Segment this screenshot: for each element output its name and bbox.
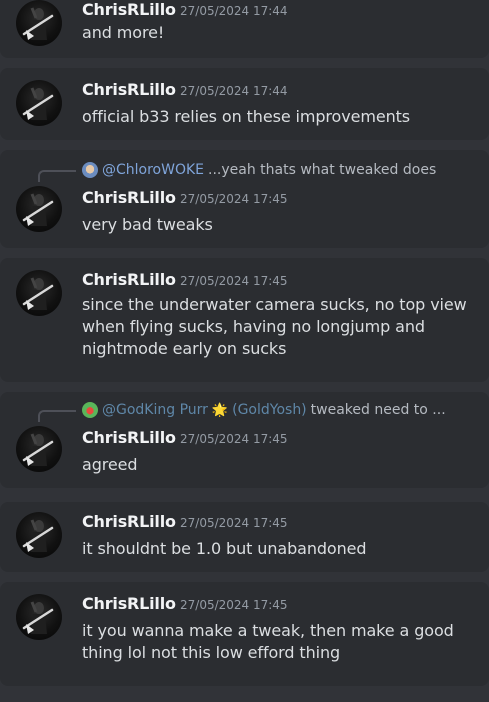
message-timestamp: 27/05/2024 17:45 — [180, 516, 288, 530]
guitarist-photo-icon — [22, 193, 54, 226]
guitarist-photo-icon — [22, 277, 54, 310]
replied-user-avatar — [82, 402, 98, 418]
avatar[interactable] — [16, 80, 62, 126]
message-text: it you wanna make a tweak, then make a g… — [82, 621, 454, 662]
username[interactable]: ChrisRLillo — [82, 188, 176, 207]
reply-preview[interactable]: @ChloroWOKE ...yeah thats what tweaked d… — [82, 160, 436, 180]
message-card: ChrisRLillo 27/05/2024 17:44 and more! — [0, 0, 489, 58]
reply-preview-text: tweaked need to ... — [310, 402, 446, 418]
avatar[interactable] — [16, 0, 62, 46]
avatar[interactable] — [16, 512, 62, 558]
reply-preview-text: ...yeah thats what tweaked does — [208, 162, 437, 178]
message-timestamp: 27/05/2024 17:45 — [180, 192, 288, 206]
message-card: ChrisRLillo 27/05/2024 17:44 official b3… — [0, 68, 489, 140]
message-timestamp: 27/05/2024 17:44 — [180, 84, 288, 98]
username[interactable]: ChrisRLillo — [82, 80, 176, 99]
guitarist-photo-icon — [22, 519, 54, 552]
message-timestamp: 27/05/2024 17:45 — [180, 598, 288, 612]
guitarist-photo-icon — [22, 87, 54, 120]
message-card: ChrisRLillo 27/05/2024 17:45 it you wann… — [0, 582, 489, 686]
avatar[interactable] — [16, 186, 62, 232]
message-card: ChrisRLillo 27/05/2024 17:45 since the u… — [0, 258, 489, 382]
message-card: @GodKing Purr 🌟 (GoldYosh) tweaked need … — [0, 392, 489, 488]
message-feed: ChrisRLillo 27/05/2024 17:44 and more! C… — [0, 0, 489, 702]
guitarist-photo-icon — [22, 433, 54, 466]
replied-user-avatar — [82, 162, 98, 178]
message-text: agreed — [82, 455, 138, 474]
message-card: @ChloroWOKE ...yeah thats what tweaked d… — [0, 150, 489, 248]
reply-connector — [38, 170, 76, 182]
reply-connector — [38, 410, 76, 422]
star-badge-icon: 🌟 — [211, 402, 229, 418]
username[interactable]: ChrisRLillo — [82, 428, 176, 447]
username[interactable]: ChrisRLillo — [82, 512, 176, 531]
message-text: and more! — [82, 23, 165, 42]
guitarist-photo-icon — [22, 601, 54, 634]
reply-preview[interactable]: @GodKing Purr 🌟 (GoldYosh) tweaked need … — [82, 400, 446, 420]
reply-handle: (GoldYosh) — [232, 402, 307, 418]
username[interactable]: ChrisRLillo — [82, 0, 176, 19]
avatar[interactable] — [16, 426, 62, 472]
message-timestamp: 27/05/2024 17:45 — [180, 432, 288, 446]
message-text: very bad tweaks — [82, 215, 213, 234]
guitarist-photo-icon — [22, 7, 54, 40]
message-timestamp: 27/05/2024 17:45 — [180, 274, 288, 288]
reply-mention[interactable]: @ChloroWOKE — [102, 162, 204, 178]
message-text: since the underwater camera sucks, no to… — [82, 295, 467, 358]
avatar[interactable] — [16, 594, 62, 640]
message-timestamp: 27/05/2024 17:44 — [180, 4, 288, 18]
message-text: official b33 relies on these improvement… — [82, 107, 411, 126]
avatar[interactable] — [16, 270, 62, 316]
message-card: ChrisRLillo 27/05/2024 17:45 it shouldnt… — [0, 502, 489, 572]
username[interactable]: ChrisRLillo — [82, 594, 176, 613]
reply-mention[interactable]: @GodKing Purr — [102, 402, 208, 418]
message-text: it shouldnt be 1.0 but unabandoned — [82, 539, 367, 558]
username[interactable]: ChrisRLillo — [82, 270, 176, 289]
